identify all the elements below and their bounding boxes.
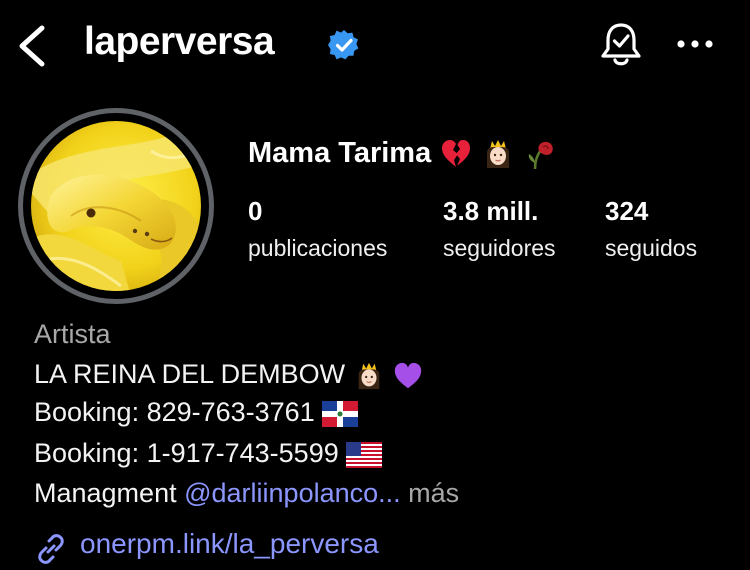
following-label[interactable]: seguidos — [605, 235, 697, 262]
followers-label[interactable]: seguidores — [443, 235, 556, 262]
avatar[interactable] — [31, 121, 201, 291]
link-chain-icon — [38, 534, 64, 564]
followers-count[interactable]: 3.8 mill. — [443, 196, 538, 227]
top-bar: laperversa — [0, 0, 750, 90]
profile-username: laperversa — [84, 20, 275, 63]
mention-link[interactable]: @darliinpolanco — [184, 478, 378, 508]
display-name-text: Mama Tarima — [248, 137, 432, 169]
posts-label: publicaciones — [248, 235, 388, 261]
usa-flag-icon — [346, 441, 383, 468]
bio-line-3: Booking: 1-917-743-5599 — [34, 438, 383, 469]
profile-category: Artista — [34, 319, 111, 349]
display-name: Mama Tarima — [248, 137, 557, 171]
bio-line-3-text[interactable]: Booking: 1-917-743-5599 — [34, 438, 339, 468]
bio-line-1: LA REINA DEL DEMBOW — [34, 359, 424, 392]
princess-icon — [487, 140, 510, 169]
bio-line-4-prefix: Managment — [34, 478, 177, 508]
posts-count: 0 — [248, 196, 263, 226]
truncation-ellipsis: ... — [378, 478, 401, 508]
more-options-icon[interactable] — [676, 38, 714, 50]
notification-bell-icon[interactable] — [598, 20, 644, 68]
more-button[interactable]: más — [408, 478, 459, 508]
dominican-republic-flag-icon — [322, 400, 359, 427]
verified-badge-icon — [328, 30, 359, 60]
princess-icon — [358, 362, 379, 390]
broken-heart-icon — [442, 140, 471, 168]
wilted-rose-icon — [529, 142, 554, 170]
bio-line-4: Managment @darliinpolanco... más — [34, 478, 459, 509]
bio-line-2: Booking: 829-763-3761 — [34, 397, 359, 428]
external-link-text[interactable]: onerpm.link/la_perversa — [80, 528, 379, 560]
back-arrow-icon[interactable] — [14, 24, 50, 68]
avatar-snake-image — [31, 121, 201, 291]
purple-heart-icon — [394, 362, 422, 389]
bio-line-2-text[interactable]: Booking: 829-763-3761 — [34, 397, 315, 427]
bio-line-1-text: LA REINA DEL DEMBOW — [34, 359, 346, 389]
following-count[interactable]: 324 — [605, 196, 648, 227]
